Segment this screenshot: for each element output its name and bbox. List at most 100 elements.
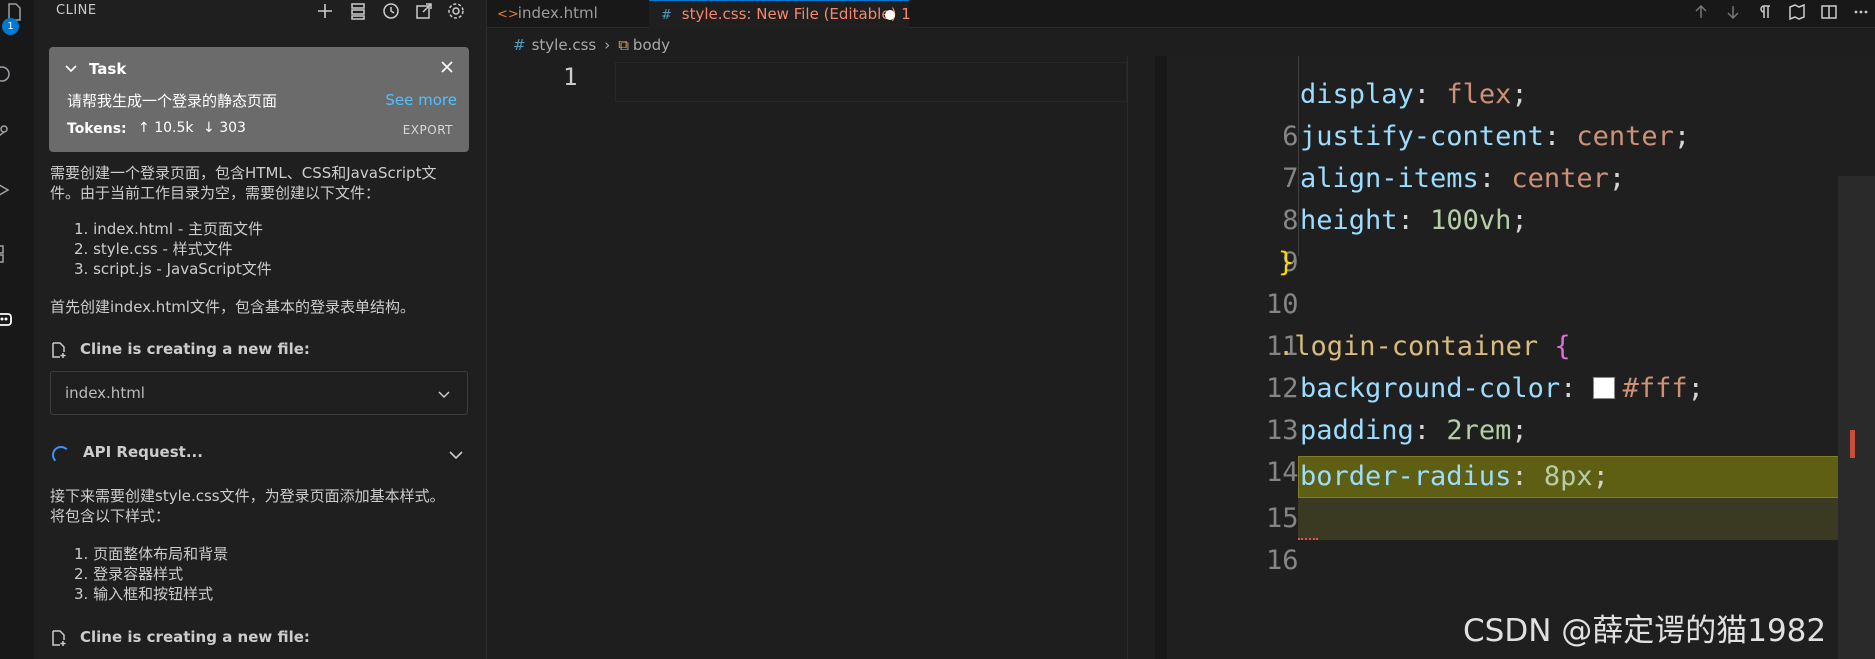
search-icon[interactable] — [0, 64, 12, 84]
code-line[interactable]: 8 align-items: center; — [1230, 158, 1625, 236]
chevron-down-icon — [437, 387, 451, 401]
tab-style-css[interactable]: # style.css: New File (Editable) 1 — [649, 0, 911, 28]
css-value: 100vh — [1430, 205, 1512, 236]
code-line[interactable]: 12 .login-container { — [1230, 326, 1571, 404]
code-line[interactable]: 7 justify-content: center; — [1230, 116, 1690, 194]
css-property: background-color — [1300, 373, 1561, 404]
code-line[interactable]: 15 border-radius: 8px; — [1230, 456, 1609, 534]
code-line[interactable]: 10 } — [1230, 242, 1299, 320]
new-file-icon — [50, 629, 68, 647]
css-selector: .login-container — [1278, 331, 1539, 362]
pilcrow-icon[interactable] — [1756, 3, 1774, 21]
css-property: padding — [1300, 415, 1414, 446]
breadcrumb-file[interactable]: style.css — [532, 36, 597, 54]
tab-label: style.css: New File (Editable) 1 — [681, 5, 911, 23]
opening-brace: { — [1554, 331, 1571, 362]
split-editor-icon[interactable] — [1820, 3, 1838, 21]
loading-spinner-icon — [52, 446, 70, 464]
list-item: 3. script.js - JavaScript文件 — [74, 260, 272, 278]
more-actions-icon[interactable] — [1852, 3, 1870, 21]
tokens-up-value: 10.5k — [154, 120, 194, 136]
arrow-down-icon[interactable] — [1724, 3, 1742, 21]
arrow-up-icon[interactable] — [1692, 3, 1710, 21]
breadcrumb: # style.css › ⧉ body — [513, 36, 670, 54]
message-line: 将包含以下样式： — [50, 507, 171, 525]
unsaved-dot-icon[interactable] — [885, 10, 895, 20]
tab-index-html[interactable]: <> index.html — [497, 0, 637, 28]
css-value: flex — [1446, 79, 1512, 110]
css-value: center — [1576, 121, 1674, 152]
new-file-icon — [50, 341, 68, 359]
creating-file-label: Cline is creating a new file: — [80, 628, 310, 646]
vertical-scrollbar[interactable] — [1838, 176, 1875, 659]
breadcrumb-symbol[interactable]: body — [633, 36, 670, 54]
chevron-down-icon[interactable] — [64, 61, 78, 75]
cline-sidebar: CLINE Task 请帮我生成一个登录的静态页面 See more Token… — [34, 0, 487, 659]
color-swatch[interactable] — [1592, 377, 1615, 399]
css-property: display — [1300, 79, 1414, 110]
activity-bar: 1 — [0, 0, 34, 659]
plus-icon[interactable] — [314, 0, 336, 22]
symbol-icon: ⧉ — [618, 36, 629, 54]
cline-bot-icon[interactable] — [0, 308, 14, 328]
export-button[interactable]: EXPORT — [403, 123, 453, 137]
code-line[interactable]: 11 — [1230, 284, 1299, 362]
tokens-up: ↑ 10.5k — [138, 120, 194, 136]
highlighted-line — [1298, 498, 1856, 540]
list-item: 3. 输入框和按钮样式 — [74, 585, 214, 603]
code-line[interactable]: 13 background-color: #fff; — [1230, 368, 1704, 446]
css-icon: # — [661, 8, 672, 23]
code-line[interactable]: 14 padding: 2rem; — [1230, 410, 1528, 488]
chevron-right-icon: › — [604, 36, 611, 54]
sidebar-header: CLINE — [34, 0, 486, 24]
css-property: border-radius — [1300, 461, 1512, 492]
gear-icon[interactable] — [445, 0, 467, 22]
error-squiggle — [1298, 536, 1318, 540]
code-line[interactable]: 9 height: 100vh; — [1230, 200, 1527, 278]
css-property: align-items — [1300, 163, 1479, 194]
message-line: 需要创建一个登录页面，包含HTML、CSS和JavaScript文 — [50, 164, 437, 182]
list-item: 1. index.html - 主页面文件 — [74, 220, 264, 238]
line-number: 1 — [563, 63, 578, 91]
chevron-down-icon[interactable] — [448, 447, 464, 463]
html-icon: <> — [497, 7, 519, 22]
history-icon[interactable] — [380, 0, 402, 22]
message-line: 首先创建index.html文件，包含基本的登录表单结构。 — [50, 298, 415, 316]
file-dropdown[interactable]: index.html — [50, 371, 468, 415]
task-text: 请帮我生成一个登录的静态页面 — [67, 92, 278, 110]
message-line: 件。由于当前工作目录为空，需要创建以下文件： — [50, 184, 381, 202]
task-card: Task 请帮我生成一个登录的静态页面 See more Tokens: ↑ 1… — [49, 47, 469, 152]
popout-icon[interactable] — [413, 0, 435, 22]
css-property: justify-content — [1300, 121, 1544, 152]
code-line[interactable]: 6 display: flex; — [1230, 74, 1527, 152]
code-line[interactable]: 16 — [1230, 498, 1299, 576]
notification-badge: 1 — [2, 18, 19, 35]
editor-splitter[interactable] — [1155, 56, 1167, 659]
editor-group-left: <> index.html # style.css: New File (Edi… — [487, 0, 1875, 659]
file-dropdown-value: index.html — [65, 384, 145, 402]
css-value: 8px — [1543, 461, 1593, 492]
creating-file-label: Cline is creating a new file: — [80, 340, 310, 358]
see-more-link[interactable]: See more — [385, 91, 457, 109]
tokens-label: Tokens: — [67, 121, 127, 137]
server-icon[interactable] — [347, 0, 369, 22]
css-icon: # — [513, 36, 526, 54]
line-number: 16 — [1266, 545, 1299, 576]
current-line-highlight — [615, 62, 1127, 102]
list-item: 2. style.css - 样式文件 — [74, 240, 233, 258]
css-property: height — [1300, 205, 1398, 236]
message-line: 接下来需要创建style.css文件，为登录页面添加基本样式。 — [50, 487, 445, 505]
sidebar-title: CLINE — [56, 3, 97, 18]
tab-bar: <> index.html # style.css: New File (Edi… — [487, 0, 1875, 28]
scrollbar-marker — [1850, 430, 1855, 458]
api-request-label: API Request... — [83, 443, 203, 461]
list-item: 1. 页面整体布局和背景 — [74, 545, 229, 563]
source-control-icon[interactable] — [0, 124, 12, 144]
map-icon[interactable] — [1788, 3, 1806, 21]
list-item: 2. 登录容器样式 — [74, 565, 184, 583]
close-icon[interactable] — [439, 59, 455, 75]
tokens-down: ↓ 303 — [203, 120, 246, 136]
watermark: CSDN @薛定谔的猫1982 — [1463, 613, 1827, 649]
extensions-icon[interactable] — [0, 244, 14, 264]
run-debug-icon[interactable] — [0, 180, 12, 200]
